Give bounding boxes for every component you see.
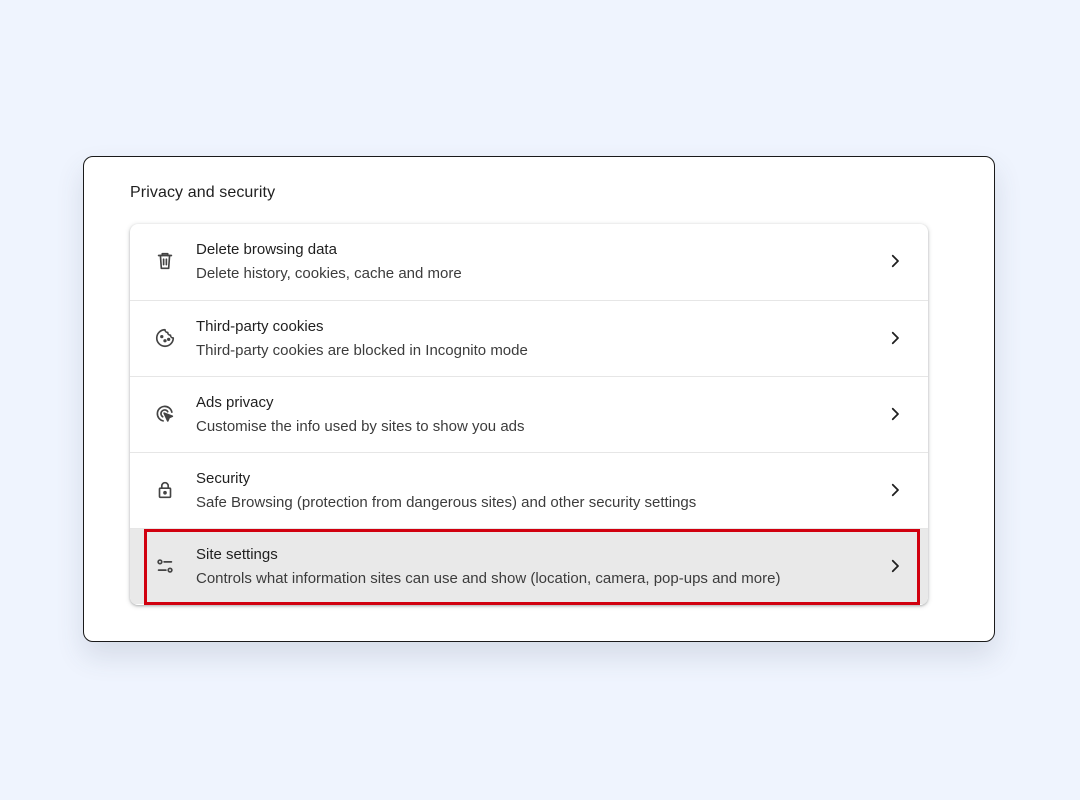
chevron-right-icon	[886, 481, 904, 499]
privacy-security-card: Delete browsing data Delete history, coo…	[130, 224, 928, 605]
row-security[interactable]: Security Safe Browsing (protection from …	[130, 452, 928, 528]
chevron-right-icon	[886, 557, 904, 575]
chevron-right-icon	[886, 329, 904, 347]
row-sublabel: Controls what information sites can use …	[196, 570, 781, 587]
row-sublabel: Safe Browsing (protection from dangerous…	[196, 494, 697, 511]
row-sublabel: Customise the info used by sites to show…	[196, 418, 525, 435]
trash-icon	[154, 250, 176, 272]
chevron-right-icon	[886, 252, 904, 270]
ads-privacy-icon	[154, 403, 176, 425]
row-label: Site settings	[196, 546, 278, 563]
lock-icon	[154, 479, 176, 501]
section-title: Privacy and security	[130, 184, 276, 201]
settings-panel: Privacy and security Delete browsing dat…	[83, 156, 995, 642]
row-site-settings[interactable]: Site settings Controls what information …	[130, 528, 928, 604]
row-sublabel: Delete history, cookies, cache and more	[196, 265, 462, 282]
chevron-right-icon	[886, 405, 904, 423]
cookie-icon	[154, 327, 176, 349]
row-label: Security	[196, 470, 251, 487]
row-ads-privacy[interactable]: Ads privacy Customise the info used by s…	[130, 376, 928, 452]
row-label: Delete browsing data	[196, 241, 337, 258]
row-sublabel: Third-party cookies are blocked in Incog…	[196, 342, 528, 359]
row-delete-browsing-data[interactable]: Delete browsing data Delete history, coo…	[130, 224, 928, 300]
sliders-icon	[154, 555, 176, 577]
row-label: Third-party cookies	[196, 318, 324, 335]
row-third-party-cookies[interactable]: Third-party cookies Third-party cookies …	[130, 300, 928, 376]
row-label: Ads privacy	[196, 394, 274, 411]
